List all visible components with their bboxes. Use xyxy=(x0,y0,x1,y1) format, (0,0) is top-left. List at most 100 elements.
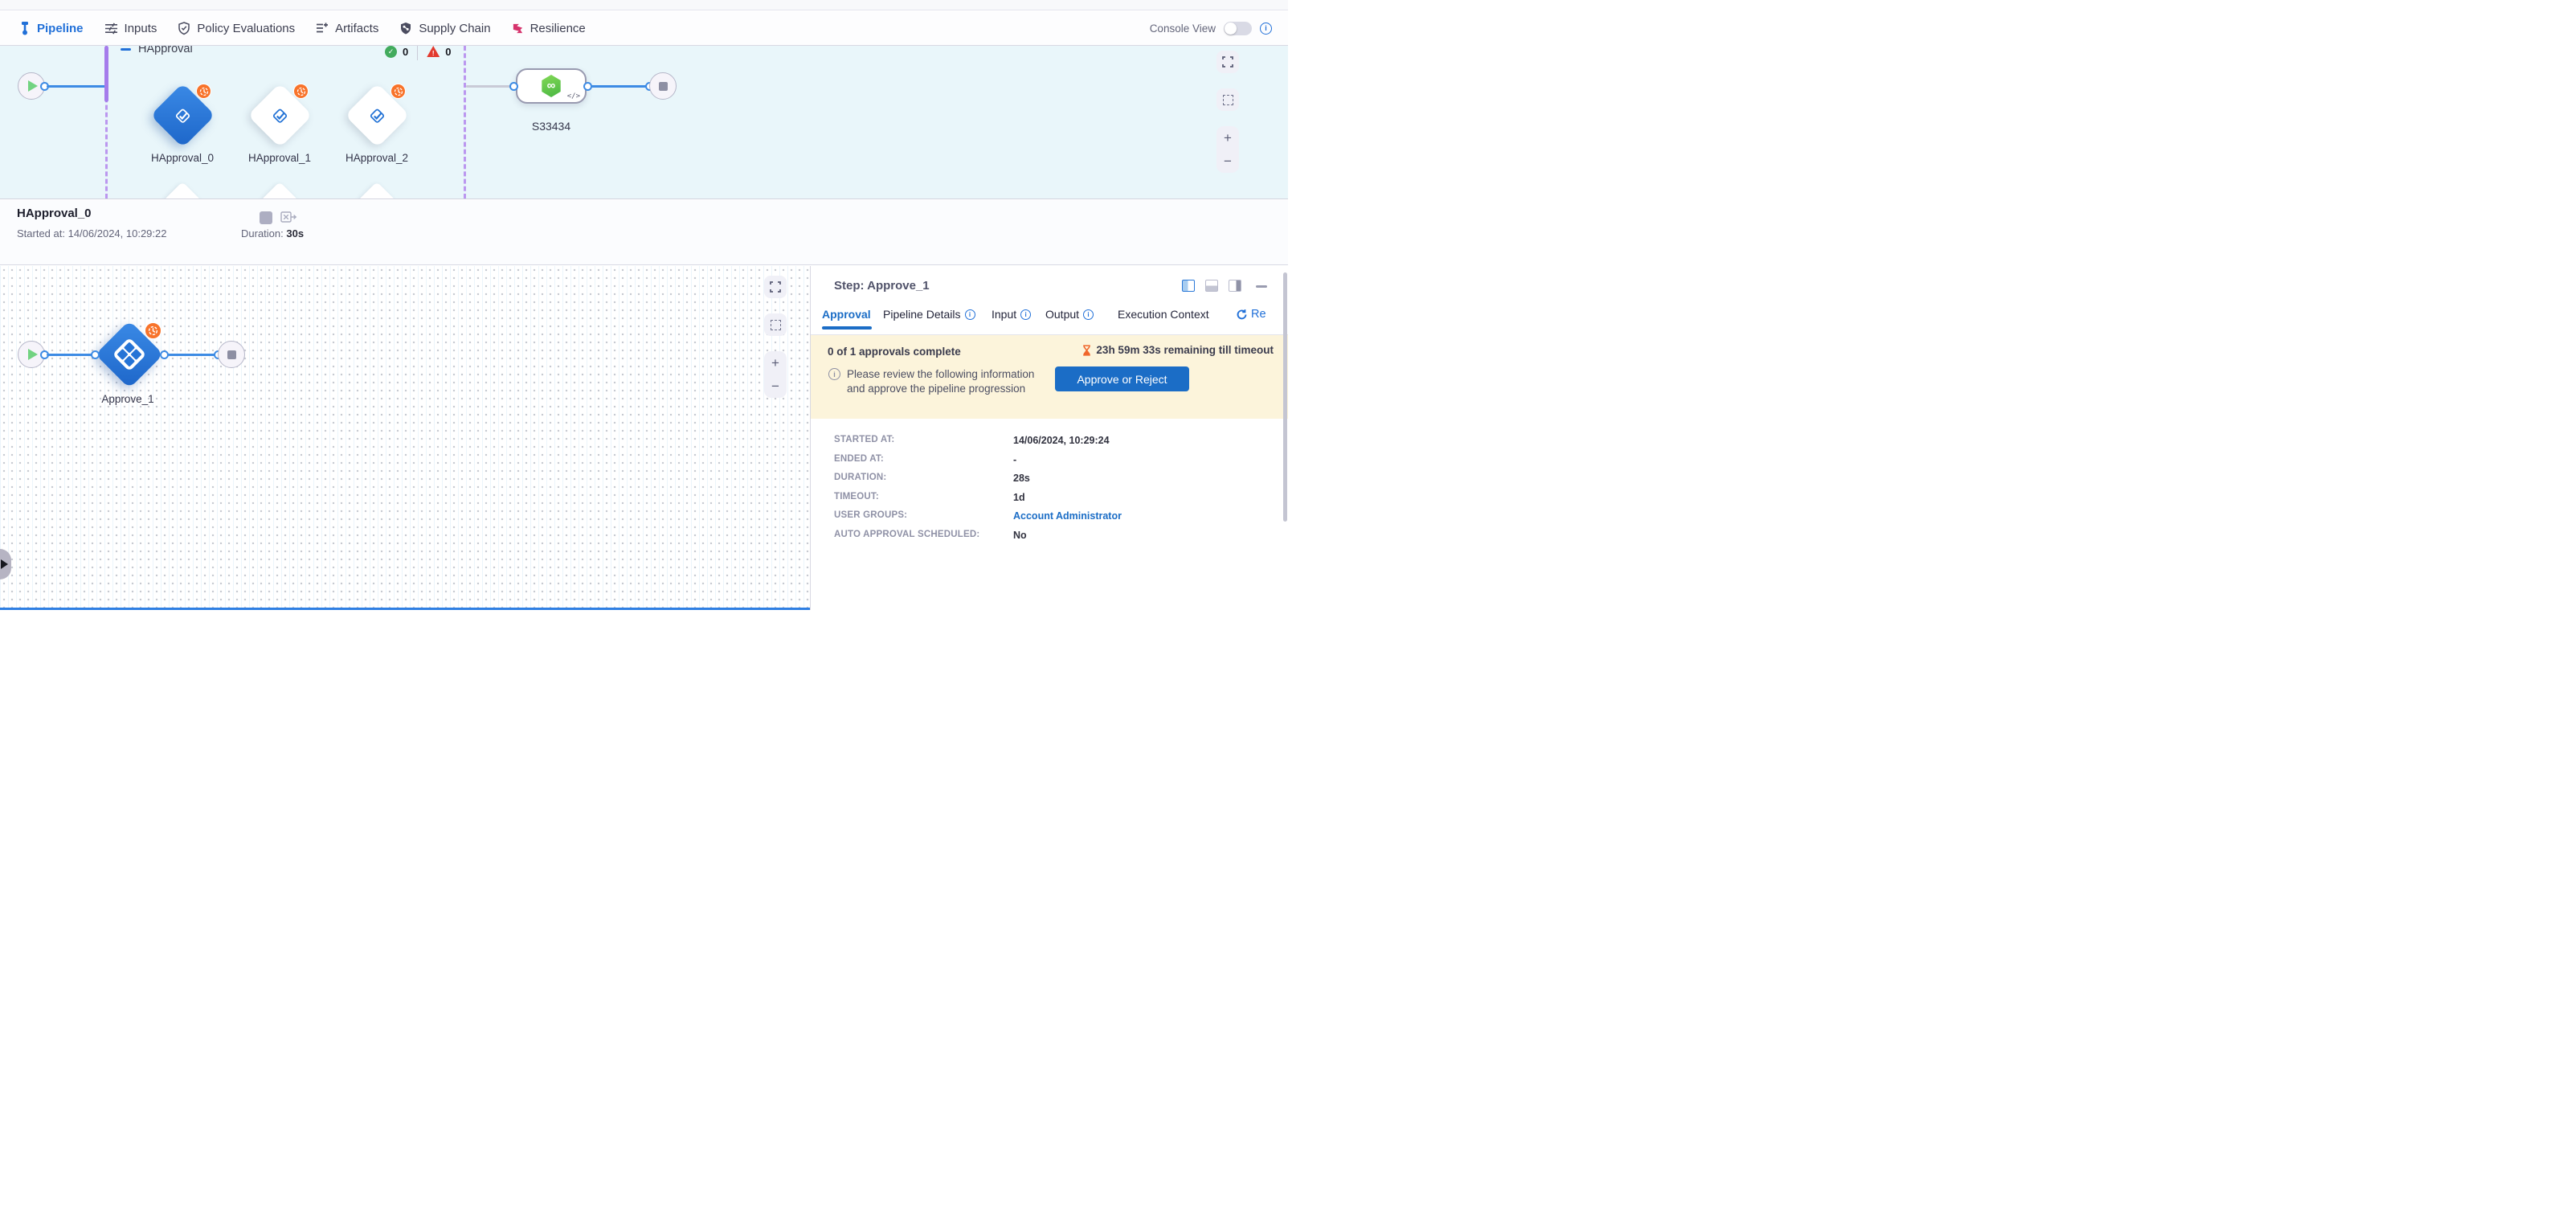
canvas-controls: + − xyxy=(764,276,787,398)
edge-start-to-stage xyxy=(47,85,106,88)
tab-supply-chain-label: Supply Chain xyxy=(419,22,490,35)
play-icon xyxy=(28,80,38,92)
panel-scrollbar[interactable] xyxy=(1283,272,1287,522)
layout-split-right-icon[interactable] xyxy=(1182,280,1195,292)
panel-tab-input[interactable]: Input i xyxy=(992,308,1031,321)
step-summary-bar: HApproval_0 Started at: 14/06/2024, 10:2… xyxy=(0,200,1288,265)
info-icon[interactable]: i xyxy=(1083,309,1094,320)
step-node-happroval-2[interactable]: HApproval_2 xyxy=(345,83,409,147)
detail-row-auto-approval: AUTO APPROVAL SCHEDULED: No xyxy=(834,530,1027,541)
tab-resilience-label: Resilience xyxy=(530,22,586,35)
inputs-icon xyxy=(104,23,118,35)
fullscreen-icon xyxy=(1222,56,1233,68)
panel-tab-pipeline-details[interactable]: Pipeline Details i xyxy=(883,308,975,321)
fullscreen-button[interactable] xyxy=(1216,51,1239,73)
marquee-icon xyxy=(771,320,781,330)
step-node-label: Approve_1 xyxy=(72,393,184,405)
step-node-happroval-0[interactable]: HApproval_0 xyxy=(150,83,215,147)
refresh-button[interactable]: Re xyxy=(1236,308,1266,321)
zoom-in-button[interactable]: + xyxy=(1224,131,1232,145)
fullscreen-button[interactable] xyxy=(764,276,787,298)
panel-tab-label: Output xyxy=(1045,308,1079,321)
zoom-controls: + − xyxy=(1216,126,1239,173)
edge-stage-to-next xyxy=(466,85,512,88)
console-view-toggle[interactable] xyxy=(1224,22,1252,35)
zoom-out-button[interactable]: − xyxy=(771,379,779,393)
tab-artifacts[interactable]: Artifacts xyxy=(316,22,378,35)
step-detail-panel: Step: Approve_1 Approval Pipeline Detail… xyxy=(810,266,1288,610)
layout-right-icon[interactable] xyxy=(1229,280,1241,292)
timer-badge-icon xyxy=(196,84,211,99)
success-count: 0 xyxy=(403,46,408,58)
tab-policy-evaluations[interactable]: Policy Evaluations xyxy=(178,22,295,35)
detail-value: 28s xyxy=(1013,473,1030,484)
stage-header[interactable]: HApproval xyxy=(121,46,193,55)
detail-value: - xyxy=(1013,454,1016,465)
detail-row-started-at: STARTED AT: 14/06/2024, 10:29:24 xyxy=(834,435,1110,446)
zoom-out-button[interactable]: − xyxy=(1224,154,1232,168)
approval-timeout: 23h 59m 33s remaining till timeout xyxy=(1082,344,1274,356)
canvas-horizontal-scrollbar[interactable] xyxy=(0,608,810,610)
stage-execution-canvas[interactable]: Approve_1 + − xyxy=(0,266,810,610)
console-view-control: Console View i xyxy=(1150,11,1272,45)
console-view-label: Console View xyxy=(1150,23,1216,35)
timer-badge-icon xyxy=(293,84,309,99)
step-node-happroval-1[interactable]: HApproval_1 xyxy=(247,83,312,147)
hourglass-icon xyxy=(1082,345,1091,356)
edge-next-to-end xyxy=(591,85,649,88)
detail-row-user-groups: USER GROUPS: Account Administrator xyxy=(834,510,1122,522)
step-node-approve-1[interactable]: Approve_1 xyxy=(96,321,163,388)
info-icon[interactable]: i xyxy=(965,309,975,320)
graph-end-node xyxy=(649,72,677,100)
edge-start-to-step xyxy=(47,354,96,356)
panel-tab-execution-context[interactable]: Execution Context xyxy=(1118,308,1209,321)
tab-pipeline[interactable]: Pipeline xyxy=(19,22,84,35)
minimize-panel-button[interactable] xyxy=(1256,285,1267,288)
refresh-icon xyxy=(1236,309,1248,321)
info-icon[interactable]: i xyxy=(1020,309,1031,320)
tab-pipeline-label: Pipeline xyxy=(37,22,84,35)
tab-list: Pipeline Inputs Policy Evaluations Artif… xyxy=(19,11,586,45)
detail-row-timeout: TIMEOUT: 1d xyxy=(834,492,1025,503)
tab-supply-chain[interactable]: Supply Chain xyxy=(399,22,490,35)
approval-message: Please review the following information … xyxy=(847,367,1034,396)
pipeline-icon xyxy=(19,22,31,35)
fullscreen-icon xyxy=(770,281,781,293)
pipeline-graph-pane: HApproval ✓ 0 ! 0 HApproval_0 HApproval_… xyxy=(0,46,1288,199)
skip-condition-icon xyxy=(280,211,297,228)
console-view-info-icon[interactable]: i xyxy=(1260,23,1272,35)
tab-resilience[interactable]: Resilience xyxy=(512,22,586,35)
stop-icon xyxy=(659,82,668,91)
layout-bottom-icon[interactable] xyxy=(1205,280,1218,292)
step-started-at: Started at: 14/06/2024, 10:29:22 xyxy=(17,227,166,239)
detail-label: AUTO APPROVAL SCHEDULED: xyxy=(834,530,1013,541)
panel-tab-output[interactable]: Output i xyxy=(1045,308,1094,321)
detail-label: USER GROUPS: xyxy=(834,510,1013,522)
stage-status-badges: ✓ 0 ! 0 xyxy=(385,46,451,62)
user-group-link[interactable]: Account Administrator xyxy=(1013,510,1122,522)
marquee-select-button[interactable] xyxy=(1216,88,1239,111)
window-top-strip xyxy=(0,0,1288,10)
clipped-step-node xyxy=(358,182,396,199)
marquee-select-button[interactable] xyxy=(764,313,787,336)
panel-tab-label: Approval xyxy=(822,308,871,321)
collapse-stage-icon[interactable] xyxy=(121,48,131,51)
drawer-expand-handle[interactable] xyxy=(0,549,11,579)
step-node-s33434[interactable]: ∞ </> xyxy=(516,68,587,104)
harness-infinity-icon: ∞ xyxy=(541,75,562,97)
failure-badge-icon: ! xyxy=(427,46,440,57)
approve-or-reject-button[interactable]: Approve or Reject xyxy=(1055,366,1189,391)
detail-value: 14/06/2024, 10:29:24 xyxy=(1013,435,1110,446)
detail-value: 1d xyxy=(1013,492,1025,503)
step-node-label: HApproval_2 xyxy=(321,152,433,164)
zoom-in-button[interactable]: + xyxy=(771,356,779,370)
panel-tab-approval[interactable]: Approval xyxy=(822,308,871,321)
code-step-icon: </> xyxy=(567,92,580,100)
panel-layout-switcher xyxy=(1182,280,1241,292)
execution-tab-bar: Pipeline Inputs Policy Evaluations Artif… xyxy=(0,11,1288,46)
detail-row-ended-at: ENDED AT: - xyxy=(834,454,1016,465)
detail-label: ENDED AT: xyxy=(834,454,1013,465)
step-port-left xyxy=(91,350,100,359)
timer-badge-icon xyxy=(145,322,162,339)
tab-inputs[interactable]: Inputs xyxy=(104,22,157,35)
